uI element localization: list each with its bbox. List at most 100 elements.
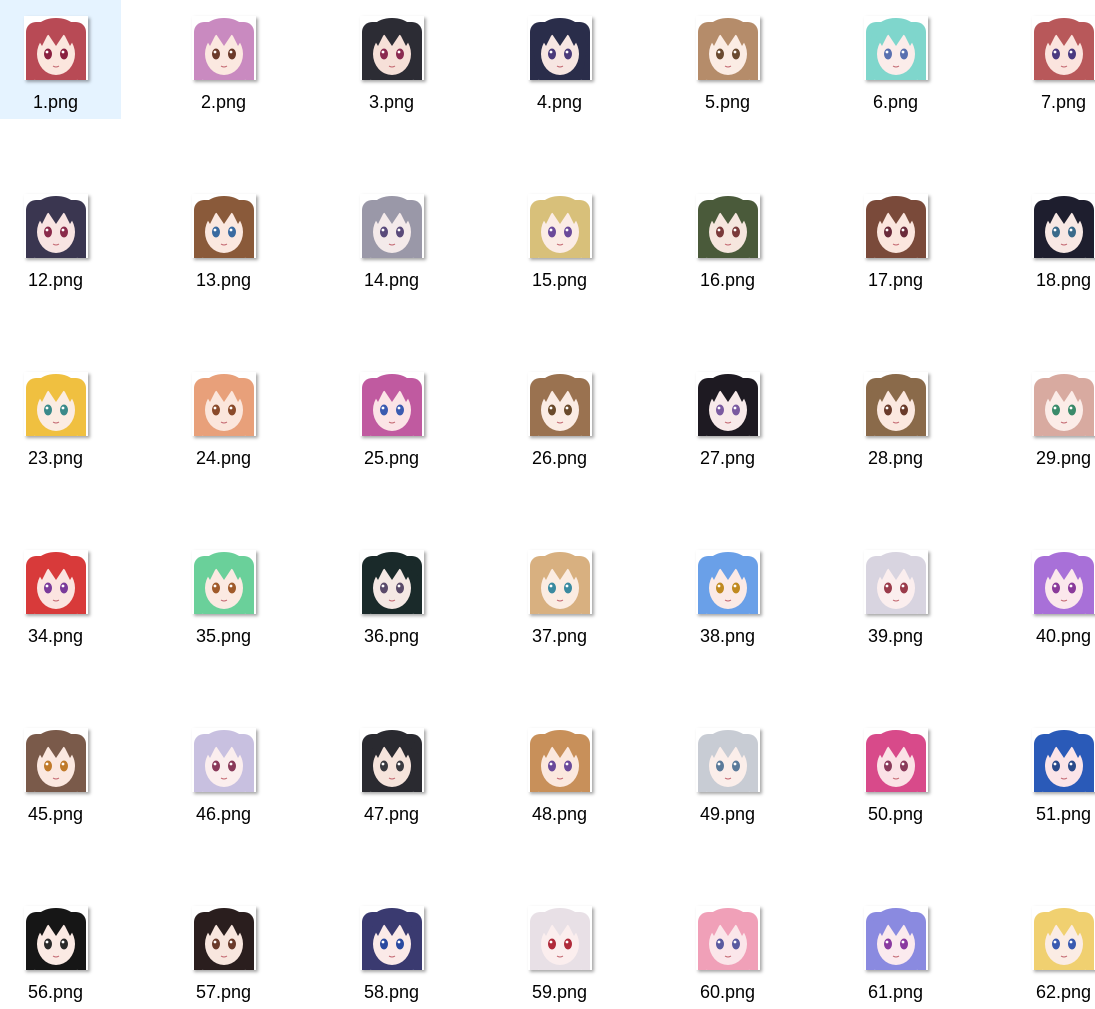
image-thumbnail-icon [1031,906,1095,970]
image-thumbnail-icon [527,906,592,970]
file-name-label: 36.png [363,626,420,646]
file-name-label: 25.png [363,448,420,468]
image-thumbnail-icon [23,194,88,258]
file-item[interactable]: 1.png [0,0,121,119]
file-item[interactable]: 14.png [336,178,457,297]
file-item[interactable]: 56.png [0,890,121,1009]
file-name-label: 14.png [363,270,420,290]
file-name-label: 26.png [531,448,588,468]
file-item[interactable]: 29.png [1008,356,1095,475]
file-name-label: 57.png [195,982,252,1002]
file-name-label: 61.png [867,982,924,1002]
file-name-label: 5.png [704,92,751,112]
file-item[interactable]: 49.png [672,712,793,831]
file-item[interactable]: 3.png [336,0,457,119]
file-item[interactable]: 39.png [840,534,961,653]
file-item[interactable]: 13.png [168,178,289,297]
file-item[interactable]: 50.png [840,712,961,831]
file-item[interactable]: 48.png [504,712,625,831]
image-thumbnail-icon [191,550,256,614]
image-thumbnail-icon [863,16,928,80]
image-thumbnail-icon [1031,194,1095,258]
file-name-label: 48.png [531,804,588,824]
file-name-label: 1.png [32,92,79,112]
file-name-label: 49.png [699,804,756,824]
file-item[interactable]: 16.png [672,178,793,297]
file-item[interactable]: 51.png [1008,712,1095,831]
image-thumbnail-icon [863,906,928,970]
file-name-label: 59.png [531,982,588,1002]
file-item[interactable]: 25.png [336,356,457,475]
file-item[interactable]: 2.png [168,0,289,119]
file-item[interactable]: 6.png [840,0,961,119]
file-item[interactable]: 40.png [1008,534,1095,653]
image-thumbnail-icon [863,194,928,258]
file-item[interactable]: 18.png [1008,178,1095,297]
file-name-label: 27.png [699,448,756,468]
file-item[interactable]: 35.png [168,534,289,653]
file-item[interactable]: 23.png [0,356,121,475]
file-item[interactable]: 59.png [504,890,625,1009]
image-thumbnail-icon [359,728,424,792]
file-name-label: 50.png [867,804,924,824]
image-thumbnail-icon [527,16,592,80]
file-item[interactable]: 17.png [840,178,961,297]
file-item[interactable]: 58.png [336,890,457,1009]
file-name-label: 6.png [872,92,919,112]
file-item[interactable]: 5.png [672,0,793,119]
file-item[interactable]: 57.png [168,890,289,1009]
file-name-label: 16.png [699,270,756,290]
image-thumbnail-icon [359,906,424,970]
file-item[interactable]: 26.png [504,356,625,475]
file-item[interactable]: 62.png [1008,890,1095,1009]
image-thumbnail-icon [695,550,760,614]
image-thumbnail-icon [863,728,928,792]
image-thumbnail-icon [527,372,592,436]
file-item[interactable]: 12.png [0,178,121,297]
file-name-label: 47.png [363,804,420,824]
file-name-label: 17.png [867,270,924,290]
image-thumbnail-icon [359,194,424,258]
file-item[interactable]: 38.png [672,534,793,653]
file-item[interactable]: 24.png [168,356,289,475]
file-item[interactable]: 61.png [840,890,961,1009]
image-thumbnail-icon [1031,550,1095,614]
file-item[interactable]: 15.png [504,178,625,297]
file-name-label: 12.png [27,270,84,290]
image-thumbnail-icon [23,550,88,614]
image-thumbnail-icon [23,372,88,436]
file-name-label: 60.png [699,982,756,1002]
file-name-label: 13.png [195,270,252,290]
file-name-label: 45.png [27,804,84,824]
file-name-label: 56.png [27,982,84,1002]
file-name-label: 46.png [195,804,252,824]
image-thumbnail-icon [695,194,760,258]
file-name-label: 40.png [1035,626,1092,646]
file-name-label: 38.png [699,626,756,646]
file-item[interactable]: 34.png [0,534,121,653]
file-item[interactable]: 60.png [672,890,793,1009]
file-name-label: 24.png [195,448,252,468]
file-grid: 1.png 2.png 3.png 4.png 5.png 6.png 7.png 12.pn… [0,0,1095,1009]
file-name-label: 51.png [1035,804,1092,824]
file-item[interactable]: 46.png [168,712,289,831]
image-thumbnail-icon [863,550,928,614]
image-thumbnail-icon [527,728,592,792]
file-name-label: 34.png [27,626,84,646]
file-name-label: 58.png [363,982,420,1002]
image-thumbnail-icon [23,728,88,792]
file-item[interactable]: 7.png [1008,0,1095,119]
image-thumbnail-icon [695,906,760,970]
file-name-label: 23.png [27,448,84,468]
file-name-label: 7.png [1040,92,1087,112]
image-thumbnail-icon [359,550,424,614]
file-item[interactable]: 28.png [840,356,961,475]
file-item[interactable]: 37.png [504,534,625,653]
file-name-label: 39.png [867,626,924,646]
image-thumbnail-icon [191,16,256,80]
file-item[interactable]: 36.png [336,534,457,653]
file-item[interactable]: 47.png [336,712,457,831]
file-item[interactable]: 4.png [504,0,625,119]
file-item[interactable]: 27.png [672,356,793,475]
file-item[interactable]: 45.png [0,712,121,831]
